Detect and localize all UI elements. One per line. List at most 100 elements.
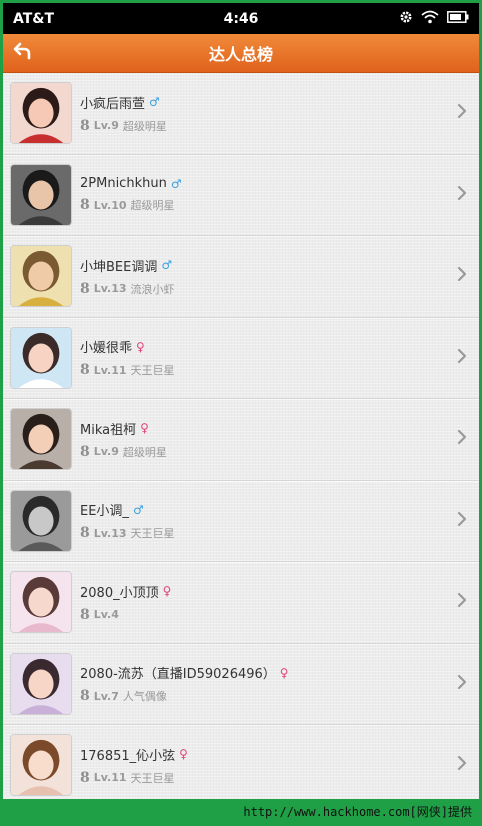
level-title: 天王巨星 (130, 527, 175, 541)
name-line: 2080-流苏（直播ID59026496） ♀ (80, 663, 289, 683)
user-info: Mika祖柯 ♀ 8 Lv.9 超级明星 (80, 419, 167, 460)
user-info: 176851_伈小弦 ♀ 8 Lv.11 天王巨星 (80, 745, 188, 786)
male-icon: ♂ (149, 95, 160, 110)
user-name: Mika祖柯 (80, 422, 137, 438)
level-icon: 8 (80, 197, 90, 214)
user-info: EE小调_ ♂ 8 Lv.13 天王巨星 (80, 500, 175, 542)
avatar-photo (11, 327, 71, 388)
name-line: 2PMnichkhun ♂ (80, 176, 182, 191)
back-arrow-icon (13, 42, 33, 64)
avatar[interactable] (10, 163, 72, 226)
level-icon: 8 (80, 769, 90, 786)
level-title: 人气偶像 (122, 690, 167, 704)
name-line: 2080_小顶顶 ♀ (80, 582, 171, 601)
avatar-photo (11, 735, 71, 796)
app-screen: AT&T 4:46 达人总榜 小疯后雨萱 ♂ 8 Lv.9 超级明星 2PMni… (3, 3, 479, 799)
level-icon: 8 (80, 688, 90, 705)
user-info: 2080-流苏（直播ID59026496） ♀ 8 Lv.7 人气偶像 (80, 663, 289, 705)
level-icon: 8 (80, 362, 90, 379)
user-info: 小媛很乖 ♀ 8 Lv.11 天王巨星 (80, 337, 175, 379)
avatar-photo (11, 164, 71, 225)
avatar-photo (11, 653, 71, 714)
avatar[interactable] (10, 652, 72, 715)
user-name: 小疯后雨萱 (80, 96, 146, 112)
level-title: 流浪小虾 (130, 282, 175, 296)
level-icon: 8 (80, 443, 90, 460)
user-row-7[interactable]: 2080_小顶顶 ♀ 8 Lv.4 (3, 562, 479, 644)
settings-icon (399, 10, 413, 28)
avatar[interactable] (10, 408, 72, 471)
avatar-photo (11, 490, 71, 551)
avatar[interactable] (10, 734, 72, 797)
user-row-9[interactable]: 176851_伈小弦 ♀ 8 Lv.11 天王巨星 (3, 725, 479, 799)
level-line: 8 Lv.11 天王巨星 (80, 770, 188, 786)
title-bar: 达人总榜 (3, 34, 479, 73)
user-list: 小疯后雨萱 ♂ 8 Lv.9 超级明星 2PMnichkhun ♂ 8 Lv.1… (3, 73, 479, 799)
avatar[interactable] (10, 489, 72, 552)
avatar-photo (11, 572, 71, 633)
level-icon: 8 (80, 606, 90, 623)
female-icon: ♀ (179, 747, 188, 762)
user-row-1[interactable]: 小疯后雨萱 ♂ 8 Lv.9 超级明星 (3, 73, 479, 155)
level-line: 8 Lv.9 超级明星 (80, 444, 167, 460)
status-icons (399, 10, 469, 28)
level-title: 超级明星 (130, 199, 175, 213)
user-row-8[interactable]: 2080-流苏（直播ID59026496） ♀ 8 Lv.7 人气偶像 (3, 644, 479, 725)
user-info: 2PMnichkhun ♂ 8 Lv.10 超级明星 (80, 176, 182, 213)
level-value: Lv.4 (93, 608, 119, 622)
avatar[interactable] (10, 571, 72, 634)
chevron-right-icon (457, 266, 467, 286)
battery-icon (447, 10, 469, 27)
level-line: 8 Lv.13 流浪小虾 (80, 281, 175, 297)
avatar[interactable] (10, 82, 72, 145)
female-icon: ♀ (136, 339, 145, 354)
user-row-6[interactable]: EE小调_ ♂ 8 Lv.13 天王巨星 (3, 481, 479, 562)
level-title: 天王巨星 (130, 364, 175, 378)
chevron-right-icon (457, 592, 467, 612)
user-name: 小媛很乖 (80, 341, 133, 357)
user-info: 小疯后雨萱 ♂ 8 Lv.9 超级明星 (80, 93, 167, 134)
user-name: EE小调_ (80, 504, 129, 520)
user-info: 2080_小顶顶 ♀ 8 Lv.4 (80, 582, 171, 623)
user-name: 2080-流苏（直播ID59026496） (80, 667, 276, 683)
avatar[interactable] (10, 326, 72, 389)
level-title: 天王巨星 (130, 771, 175, 785)
male-icon: ♂ (132, 502, 144, 517)
level-value: Lv.7 (93, 689, 119, 703)
chevron-right-icon (457, 429, 467, 449)
level-icon: 8 (80, 117, 90, 134)
avatar-photo (11, 246, 71, 307)
chevron-right-icon (457, 348, 467, 368)
chevron-right-icon (457, 103, 467, 123)
level-title: 超级明星 (122, 445, 167, 459)
level-value: Lv.11 (93, 363, 127, 377)
level-line: 8 Lv.4 (80, 607, 171, 623)
user-row-3[interactable]: 小坤BEE调调 ♂ 8 Lv.13 流浪小虾 (3, 236, 479, 318)
level-line: 8 Lv.13 天王巨星 (80, 525, 175, 541)
avatar-photo (11, 409, 71, 470)
back-button[interactable] (3, 34, 43, 73)
level-line: 8 Lv.7 人气偶像 (80, 688, 289, 704)
male-icon: ♂ (161, 258, 173, 273)
chevron-right-icon (457, 755, 467, 775)
avatar[interactable] (10, 245, 72, 308)
user-row-2[interactable]: 2PMnichkhun ♂ 8 Lv.10 超级明星 (3, 155, 479, 236)
status-bar: AT&T 4:46 (3, 3, 479, 34)
name-line: 小媛很乖 ♀ (80, 337, 175, 357)
level-value: Lv.9 (93, 445, 119, 459)
user-name: 小坤BEE调调 (80, 259, 158, 275)
female-icon: ♀ (140, 421, 149, 436)
watermark-text: http://www.hackhome.com[网侠]提供 (243, 804, 472, 819)
chevron-right-icon (457, 674, 467, 694)
user-row-4[interactable]: 小媛很乖 ♀ 8 Lv.11 天王巨星 (3, 318, 479, 399)
user-info: 小坤BEE调调 ♂ 8 Lv.13 流浪小虾 (80, 256, 175, 297)
level-line: 8 Lv.11 天王巨星 (80, 362, 175, 378)
user-row-5[interactable]: Mika祖柯 ♀ 8 Lv.9 超级明星 (3, 399, 479, 481)
chevron-right-icon (457, 511, 467, 531)
level-value: Lv.13 (93, 526, 127, 540)
level-value: Lv.9 (93, 119, 119, 133)
female-icon: ♀ (162, 584, 172, 599)
name-line: 176851_伈小弦 ♀ (80, 745, 188, 764)
carrier-label: AT&T (13, 10, 55, 27)
wifi-icon (421, 10, 439, 28)
